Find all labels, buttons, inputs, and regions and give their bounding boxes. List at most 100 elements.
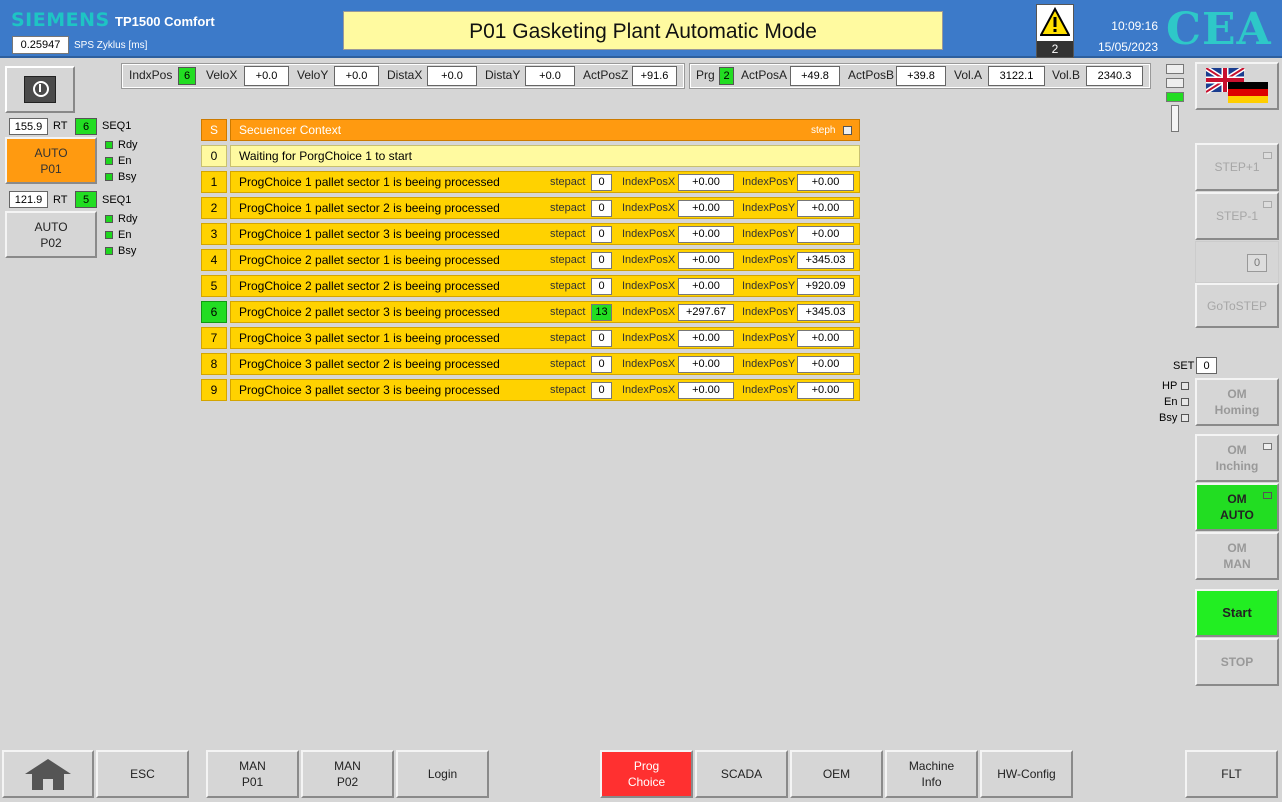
oem-button[interactable]: OEM: [790, 750, 883, 798]
auto-p01-line2: P01: [40, 161, 62, 176]
indexposx-value: +0.00: [678, 382, 734, 399]
hp-led: [1181, 382, 1189, 390]
goto-step-value[interactable]: 0: [1247, 254, 1267, 272]
indexposx-label: IndexPosX: [622, 176, 676, 188]
power-button[interactable]: [5, 66, 75, 113]
language-button[interactable]: [1195, 62, 1279, 110]
man-p01-line1: MAN: [239, 759, 266, 773]
login-button[interactable]: Login: [396, 750, 489, 798]
set-value[interactable]: 0: [1196, 357, 1217, 374]
seq-row: ProgChoice 3 pallet sector 1 is beeing p…: [230, 327, 860, 349]
stepact-label: stepact: [550, 228, 586, 240]
indicator-scroll[interactable]: [1171, 105, 1179, 132]
machine-info-button[interactable]: Machine Info: [885, 750, 978, 798]
p01-rt-value: 155.9: [9, 118, 48, 135]
cea-logo: CEA: [1166, 4, 1272, 55]
alarm-button[interactable]: 2: [1036, 4, 1074, 58]
stepact-value: 0: [591, 330, 612, 347]
seq-header: Secuencer Context steph: [230, 119, 860, 141]
veloy-label: VeloY: [297, 68, 329, 82]
seq-row: ProgChoice 2 pallet sector 3 is beeing p…: [230, 301, 860, 323]
indexposy-label: IndexPosY: [742, 280, 796, 292]
alarm-count: 2: [1037, 41, 1073, 57]
goto-step-button[interactable]: GoToSTEP: [1195, 283, 1279, 328]
seq-row-text: ProgChoice 2 pallet sector 3 is beeing p…: [239, 305, 500, 319]
man-p01-button[interactable]: MAN P01: [206, 750, 299, 798]
om-homing-button[interactable]: OM Homing: [1195, 378, 1279, 426]
esc-button[interactable]: ESC: [96, 750, 189, 798]
om-man-button[interactable]: OM MAN: [1195, 532, 1279, 580]
seq-row-number: 5: [201, 275, 227, 297]
om-inching-button[interactable]: OM Inching: [1195, 434, 1279, 482]
en-label: En: [1164, 396, 1178, 408]
seq-row-number: 3: [201, 223, 227, 245]
seq-row-number: 2: [201, 197, 227, 219]
stepact-label: stepact: [550, 332, 586, 344]
step-plus-label: STEP+1: [1214, 160, 1260, 174]
seq-row-text: ProgChoice 3 pallet sector 2 is beeing p…: [239, 357, 500, 371]
seq-row-number: 4: [201, 249, 227, 271]
prog-choice-button[interactable]: Prog Choice: [600, 750, 693, 798]
seq-row-text: ProgChoice 3 pallet sector 3 is beeing p…: [239, 383, 500, 397]
vola-value: 3122.1: [988, 66, 1045, 86]
machine-info-line1: Machine: [908, 759, 955, 773]
indexposx-value: +0.00: [678, 356, 734, 373]
volb-value: 2340.3: [1086, 66, 1143, 86]
p01-rt-label: RT: [53, 120, 68, 132]
prog-choice-line2: Choice: [627, 775, 666, 789]
stepact-label: stepact: [550, 202, 586, 214]
indexposy-value: +0.00: [797, 200, 854, 217]
indexposy-label: IndexPosY: [742, 358, 796, 370]
seq-row-text: ProgChoice 1 pallet sector 3 is beeing p…: [239, 227, 500, 241]
distax-value: +0.0: [427, 66, 477, 86]
clock-time: 10:09:16: [1111, 19, 1158, 33]
actposb-label: ActPosB: [848, 68, 895, 82]
distay-value: +0.0: [525, 66, 575, 86]
power-icon: [24, 76, 56, 103]
auto-p01-button[interactable]: AUTO P01: [5, 137, 97, 184]
clock-date: 15/05/2023: [1097, 40, 1158, 54]
start-button[interactable]: Start: [1195, 589, 1279, 637]
p02-rdy-led: [105, 215, 113, 223]
seq-row-text: ProgChoice 2 pallet sector 2 is beeing p…: [239, 279, 500, 293]
auto-p01-line1: AUTO: [34, 145, 68, 160]
seq-row: ProgChoice 1 pallet sector 3 is beeing p…: [230, 223, 860, 245]
om-auto-button[interactable]: OM AUTO: [1195, 483, 1279, 531]
step-plus-button[interactable]: STEP+1: [1195, 143, 1279, 191]
screen-title: P01 Gasketing Plant Automatic Mode: [343, 11, 943, 50]
indicator-2: [1166, 78, 1184, 88]
auto-p02-button[interactable]: AUTO P02: [5, 211, 97, 258]
indexposx-label: IndexPosX: [622, 254, 676, 266]
seq-row-number: 7: [201, 327, 227, 349]
p01-rdy-label: Rdy: [118, 139, 138, 151]
indexposy-label: IndexPosY: [742, 254, 796, 266]
velox-label: VeloX: [206, 68, 238, 82]
seq-header-title: Secuencer Context: [239, 123, 342, 137]
scada-button[interactable]: SCADA: [695, 750, 788, 798]
step-minus-button[interactable]: STEP-1: [1195, 192, 1279, 240]
cycle-time-value: 0.25947: [12, 36, 69, 54]
flt-button[interactable]: FLT: [1185, 750, 1278, 798]
seq-row: ProgChoice 3 pallet sector 2 is beeing p…: [230, 353, 860, 375]
indexposx-label: IndexPosX: [622, 202, 676, 214]
om-inching-label: OM Inching: [1215, 443, 1259, 473]
stepact-value: 0: [591, 174, 612, 191]
p02-rdy-label: Rdy: [118, 213, 138, 225]
home-icon: [25, 759, 71, 790]
indxpos-label: IndxPos: [129, 68, 173, 82]
steph-checkbox[interactable]: [843, 126, 852, 135]
p02-rt-value: 121.9: [9, 191, 48, 208]
goto-step-field: 0: [1195, 241, 1279, 283]
panel-model: TP1500 Comfort: [115, 14, 215, 29]
stepact-label: stepact: [550, 306, 586, 318]
stepact-label: stepact: [550, 280, 586, 292]
p02-en-led: [105, 231, 113, 239]
man-p02-button[interactable]: MAN P02: [301, 750, 394, 798]
indexposx-value: +0.00: [678, 200, 734, 217]
cycle-time-label: SPS Zyklus [ms]: [74, 40, 148, 51]
stop-button[interactable]: STOP: [1195, 638, 1279, 686]
home-button[interactable]: [2, 750, 94, 798]
p02-bsy-label: Bsy: [118, 245, 137, 257]
distay-label: DistaY: [485, 68, 521, 82]
hw-config-button[interactable]: HW-Config: [980, 750, 1073, 798]
